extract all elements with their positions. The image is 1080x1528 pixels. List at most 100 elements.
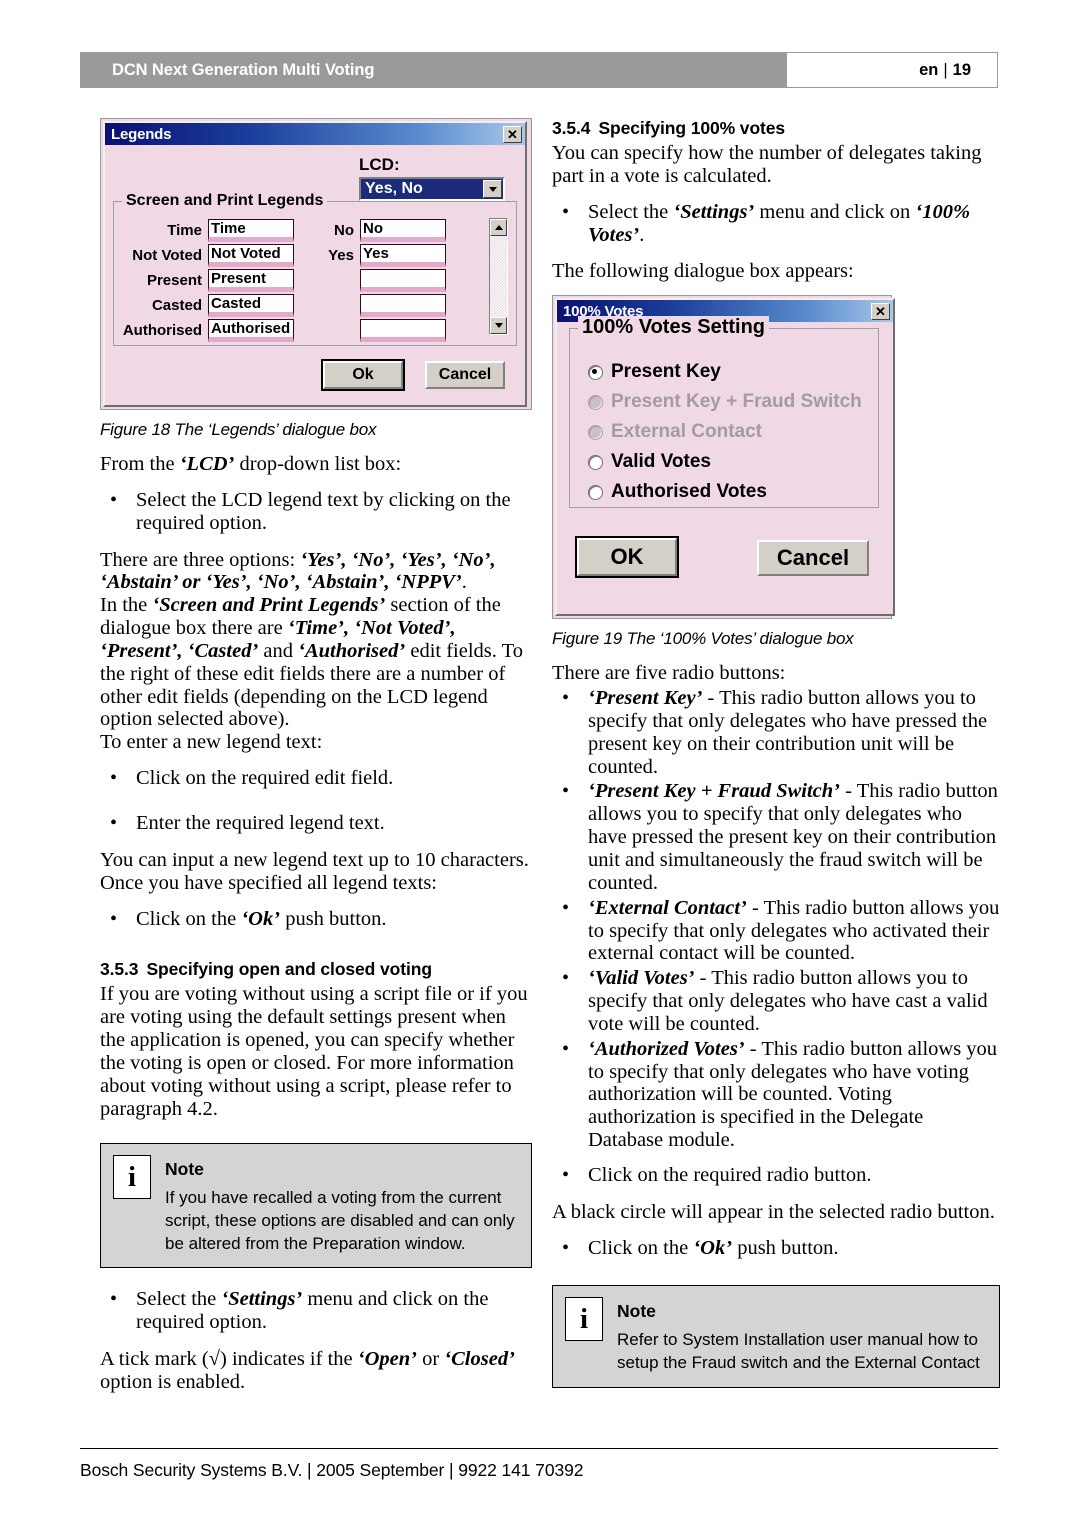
- legend-edit-field[interactable]: [360, 293, 446, 317]
- text-run: Click on the: [136, 907, 242, 930]
- heading-3-5-4: 3.5.4 Specifying 100% votes: [552, 118, 1000, 139]
- lcd-area: LCD: Yes, No: [359, 155, 505, 201]
- bullet-label: ‘Present Key + Fraud Switch’ - This radi…: [588, 780, 1000, 894]
- votes-cancel-button[interactable]: Cancel: [757, 540, 869, 577]
- close-icon[interactable]: ✕: [871, 302, 890, 320]
- legends-scrollbar[interactable]: [489, 218, 508, 335]
- heading-text: Specifying open and closed voting: [146, 959, 432, 980]
- text-run: option is enabled.: [100, 1370, 246, 1393]
- text-run-emphasis: ‘Authorized Votes’: [588, 1037, 745, 1060]
- legend-edit-field[interactable]: Present: [208, 268, 294, 292]
- bullet-label: Select the ‘Settings’ menu and click on …: [588, 201, 1000, 247]
- legend-edit-field[interactable]: No: [360, 218, 446, 242]
- text-run: There are three options:: [100, 548, 301, 571]
- legend-edit-field[interactable]: Authorised: [208, 318, 294, 342]
- radio-label: External Contact: [611, 421, 762, 443]
- left-column: Legends ✕ LCD: Yes, No Screen and Print …: [100, 118, 532, 1394]
- legends-cancel-button[interactable]: Cancel: [425, 361, 505, 389]
- paragraph-3-5-4: You can specify how the number of delega…: [552, 142, 982, 187]
- note-body: Note If you have recalled a voting from …: [165, 1154, 519, 1255]
- radio-icon: [588, 394, 603, 410]
- bullet-authorized-votes: • ‘Authorized Votes’ - This radio button…: [552, 1038, 1000, 1152]
- bullet-label: ‘Authorized Votes’ - This radio button a…: [588, 1038, 1000, 1152]
- footer-text: Bosch Security Systems B.V. | 2005 Septe…: [80, 1460, 584, 1480]
- bullet-icon: •: [562, 200, 570, 223]
- radio-row-present-key-fraud-switch: Present Key + Fraud Switch: [588, 387, 862, 417]
- legend-edit-field[interactable]: Casted: [208, 293, 294, 317]
- legend-edit-field[interactable]: Time: [208, 218, 294, 242]
- bullet-icon: •: [562, 1236, 570, 1259]
- text-run-emphasis: ‘Open’: [357, 1347, 417, 1370]
- bullet-label: ‘Valid Votes’ - This radio button allows…: [588, 967, 1000, 1036]
- bullet-icon: •: [562, 896, 570, 919]
- text-run: From the: [100, 453, 180, 475]
- close-icon[interactable]: ✕: [503, 125, 522, 143]
- radio-row-authorised-votes[interactable]: Authorised Votes: [588, 477, 862, 507]
- bullet-label: ‘External Contact’ - This radio button a…: [588, 897, 1000, 966]
- radio-icon[interactable]: [588, 484, 603, 500]
- lcd-intro-paragraph: From the ‘LCD’ drop-down list box:: [100, 453, 532, 476]
- bullet-click-edit-field: • Click on the required edit field.: [100, 767, 532, 790]
- lcd-dropdown[interactable]: Yes, No: [359, 177, 505, 201]
- text-run: or: [416, 1347, 445, 1370]
- radio-icon[interactable]: [588, 454, 603, 470]
- figure-19-image: 100% Votes ✕ 100% Votes Setting Present …: [552, 295, 895, 620]
- paragraph-3-5-3: If you are voting without using a script…: [100, 983, 528, 1120]
- text-run: drop-down list box:: [234, 453, 402, 475]
- heading-3-5-3: 3.5.3 Specifying open and closed voting: [100, 959, 532, 980]
- language-code: en: [919, 60, 939, 79]
- legend-edit-field[interactable]: [360, 318, 446, 342]
- black-circle-paragraph: A black circle will appear in the select…: [552, 1200, 995, 1223]
- enter-new-legend-paragraph: To enter a new legend text:: [100, 731, 323, 754]
- legend-label: Yes: [328, 246, 354, 264]
- bullet-icon: •: [110, 1288, 118, 1311]
- text-run-emphasis: ‘Ok’: [241, 907, 281, 930]
- radio-icon[interactable]: [588, 364, 603, 380]
- votes-dialog[interactable]: 100% Votes ✕ 100% Votes Setting Present …: [555, 298, 895, 617]
- legends-ok-button[interactable]: Ok: [321, 359, 405, 391]
- text-run: menu and click on: [754, 200, 916, 223]
- votes-setting-group: 100% Votes Setting Present Key Present K…: [569, 316, 879, 509]
- bullet-select-lcd: • Select the LCD legend text by clicking…: [100, 489, 532, 535]
- legend-edit-field[interactable]: Not Voted: [208, 243, 294, 267]
- page-number: 19: [952, 60, 971, 79]
- scrollbar-track[interactable]: [490, 236, 507, 317]
- legends-dialog[interactable]: Legends ✕ LCD: Yes, No Screen and Print …: [103, 121, 527, 407]
- legend-edit-field[interactable]: [360, 268, 446, 292]
- text-run: and: [258, 639, 299, 662]
- legend-row: Time Time No No: [114, 218, 516, 242]
- text-run-emphasis: ‘Authorised’: [298, 639, 406, 662]
- legends-title: Legends: [111, 125, 172, 143]
- radio-label: Present Key: [611, 361, 721, 383]
- scroll-up-icon[interactable]: [490, 219, 507, 236]
- header-page-indicator: en | 19: [786, 52, 998, 88]
- legend-label: No: [334, 221, 354, 239]
- bullet-settings-100-votes: • Select the ‘Settings’ menu and click o…: [552, 201, 1000, 247]
- legend-label: Authorised: [122, 321, 202, 339]
- legend-edit-field[interactable]: Yes: [360, 243, 446, 267]
- page-header: DCN Next Generation Multi Voting en | 19: [80, 52, 998, 88]
- info-icon: i: [113, 1155, 151, 1200]
- text-run: push button.: [280, 907, 387, 930]
- note-title: Note: [165, 1159, 204, 1180]
- legend-label: Casted: [151, 296, 202, 314]
- note-text: Refer to System Installation user manual…: [617, 1330, 980, 1373]
- legend-row: Present Present: [114, 268, 516, 292]
- text-run-emphasis: ‘External Contact’: [588, 896, 747, 919]
- legends-group-title: Screen and Print Legends: [122, 192, 328, 210]
- legend-label: Present: [146, 271, 202, 289]
- radio-row-valid-votes[interactable]: Valid Votes: [588, 447, 862, 477]
- heading-text: Specifying 100% votes: [598, 118, 786, 138]
- heading-number: 3.5.3: [100, 959, 139, 980]
- scroll-down-icon[interactable]: [490, 317, 507, 334]
- votes-ok-button[interactable]: OK: [575, 536, 679, 579]
- chevron-down-icon[interactable]: [483, 180, 502, 198]
- note-body: Note Refer to System Installation user m…: [617, 1296, 987, 1374]
- radio-row-present-key[interactable]: Present Key: [588, 357, 862, 387]
- bullet-present-key-fraud-switch: • ‘Present Key + Fraud Switch’ - This ra…: [552, 780, 1000, 894]
- document-title: DCN Next Generation Multi Voting: [112, 60, 375, 79]
- tick-mark-paragraph: A tick mark (√) indicates if the ‘Open’ …: [100, 1348, 532, 1394]
- figure-18-caption: Figure 18 The ‘Legends’ dialogue box: [100, 420, 377, 439]
- radio-label: Valid Votes: [611, 451, 711, 473]
- figure-19-caption: Figure 19 The ‘100% Votes’ dialogue box: [552, 629, 854, 649]
